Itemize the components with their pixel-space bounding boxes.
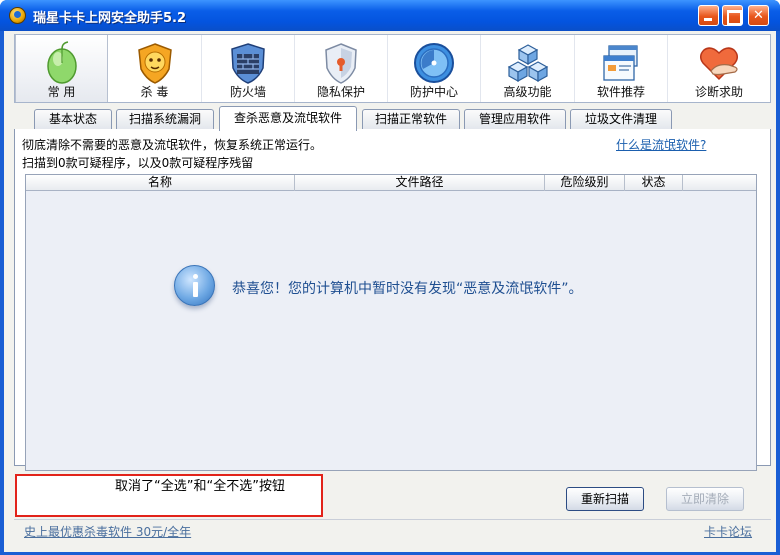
results-table[interactable]: 名称 文件路径 危险级别 状态 恭喜您！您的计算机中暂时没有发现“恶意及流氓软件… xyxy=(25,174,757,471)
empty-result-message: 恭喜您！您的计算机中暂时没有发现“恶意及流氓软件”。 xyxy=(232,281,583,297)
scan-result-text: 扫描到0款可疑程序，以及0款可疑程序残留 xyxy=(22,156,254,170)
toolbar-item-diagnose-help[interactable]: 诊断求助 xyxy=(668,35,770,102)
forum-link[interactable]: 卡卡论坛 xyxy=(704,523,752,540)
info-icon xyxy=(174,265,215,306)
annotation-box: 取消了“全选”和“全不选”按钮 xyxy=(15,474,323,517)
toolbar-item-privacy[interactable]: 隐私保护 xyxy=(295,35,388,102)
close-button[interactable]: ✕ xyxy=(748,5,769,26)
column-header-status[interactable]: 状态 xyxy=(625,175,683,191)
rescan-button[interactable]: 重新扫描 xyxy=(566,487,644,511)
tab-junk-cleanup[interactable]: 垃圾文件清理 xyxy=(570,109,672,130)
window-stack-icon xyxy=(603,45,638,81)
toolbar-item-advanced[interactable]: 高级功能 xyxy=(481,35,575,102)
annotation-text: 取消了“全选”和“全不选”按钮 xyxy=(115,479,285,494)
toolbar-item-antivirus[interactable]: 杀 毒 xyxy=(108,35,202,102)
function-tabs: 基本状态 扫描系统漏洞 查杀恶意及流氓软件 扫描正常软件 管理应用软件 垃圾文件… xyxy=(14,106,771,131)
main-client-area: 常 用 杀 毒 防火墙 隐私保护 防护中心 高级功能 软件推荐 诊断求助 基本状… xyxy=(4,31,776,552)
malware-pane: 彻底清除不需要的恶意及流氓软件，恢复系统正常运行。 扫描到0款可疑程序，以及0款… xyxy=(14,129,771,471)
minimize-button[interactable] xyxy=(698,5,719,26)
tab-basic-status[interactable]: 基本状态 xyxy=(34,109,112,130)
toolbar-label: 软件推荐 xyxy=(596,85,645,99)
column-header-risk-level[interactable]: 危险级别 xyxy=(545,175,625,191)
table-header: 名称 文件路径 危险级别 状态 xyxy=(26,175,756,191)
what-is-rogueware-link[interactable]: 什么是流氓软件? xyxy=(616,136,706,153)
firewall-shield-icon xyxy=(231,43,265,84)
toolbar-label: 防护中心 xyxy=(409,85,458,99)
title-bar[interactable]: 瑞星卡卡上网安全助手5.2 ✕ xyxy=(0,0,780,31)
promo-link[interactable]: 史上最优惠杀毒软件 30元/全年 xyxy=(24,523,191,540)
column-header-name[interactable]: 名称 xyxy=(26,175,295,191)
toolbar-label: 隐私保护 xyxy=(316,85,365,99)
toolbar-item-protection-center[interactable]: 防护中心 xyxy=(388,35,481,102)
tab-malware-removal[interactable]: 查杀恶意及流氓软件 xyxy=(219,106,357,131)
app-logo-icon xyxy=(9,7,26,24)
column-header-path[interactable]: 文件路径 xyxy=(295,175,545,191)
toolbar-item-software-recommend[interactable]: 软件推荐 xyxy=(575,35,668,102)
toolbar-label: 防火墙 xyxy=(229,85,266,99)
window-title: 瑞星卡卡上网安全助手5.2 xyxy=(33,11,187,26)
footer-divider xyxy=(14,519,771,520)
toolbar-label: 常 用 xyxy=(47,85,76,99)
app-window: 瑞星卡卡上网安全助手5.2 ✕ 常 用 杀 毒 防火墙 隐私保护 防护中心 高级… xyxy=(0,0,780,555)
maximize-button[interactable] xyxy=(722,5,743,26)
main-toolbar: 常 用 杀 毒 防火墙 隐私保护 防护中心 高级功能 软件推荐 诊断求助 xyxy=(14,34,771,103)
toolbar-label: 诊断求助 xyxy=(694,85,743,99)
toolbar-item-firewall[interactable]: 防火墙 xyxy=(202,35,295,102)
privacy-shield-icon xyxy=(325,43,357,84)
protection-globe-icon xyxy=(414,43,454,83)
tab-manage-applications[interactable]: 管理应用软件 xyxy=(464,109,566,130)
tab-scan-vulnerabilities[interactable]: 扫描系统漏洞 xyxy=(116,109,214,130)
heart-hand-icon xyxy=(700,47,738,81)
toolbar-label: 杀 毒 xyxy=(140,85,169,99)
tab-scan-normal-software[interactable]: 扫描正常软件 xyxy=(362,109,460,130)
lion-shield-icon xyxy=(137,43,172,84)
mouse-icon xyxy=(46,41,77,84)
clean-now-button[interactable]: 立即清除 xyxy=(666,487,744,511)
cubes-icon xyxy=(507,44,548,83)
toolbar-label: 高级功能 xyxy=(503,85,552,99)
toolbar-item-common[interactable]: 常 用 xyxy=(15,35,108,102)
pane-description: 彻底清除不需要的恶意及流氓软件，恢复系统正常运行。 xyxy=(22,138,323,152)
